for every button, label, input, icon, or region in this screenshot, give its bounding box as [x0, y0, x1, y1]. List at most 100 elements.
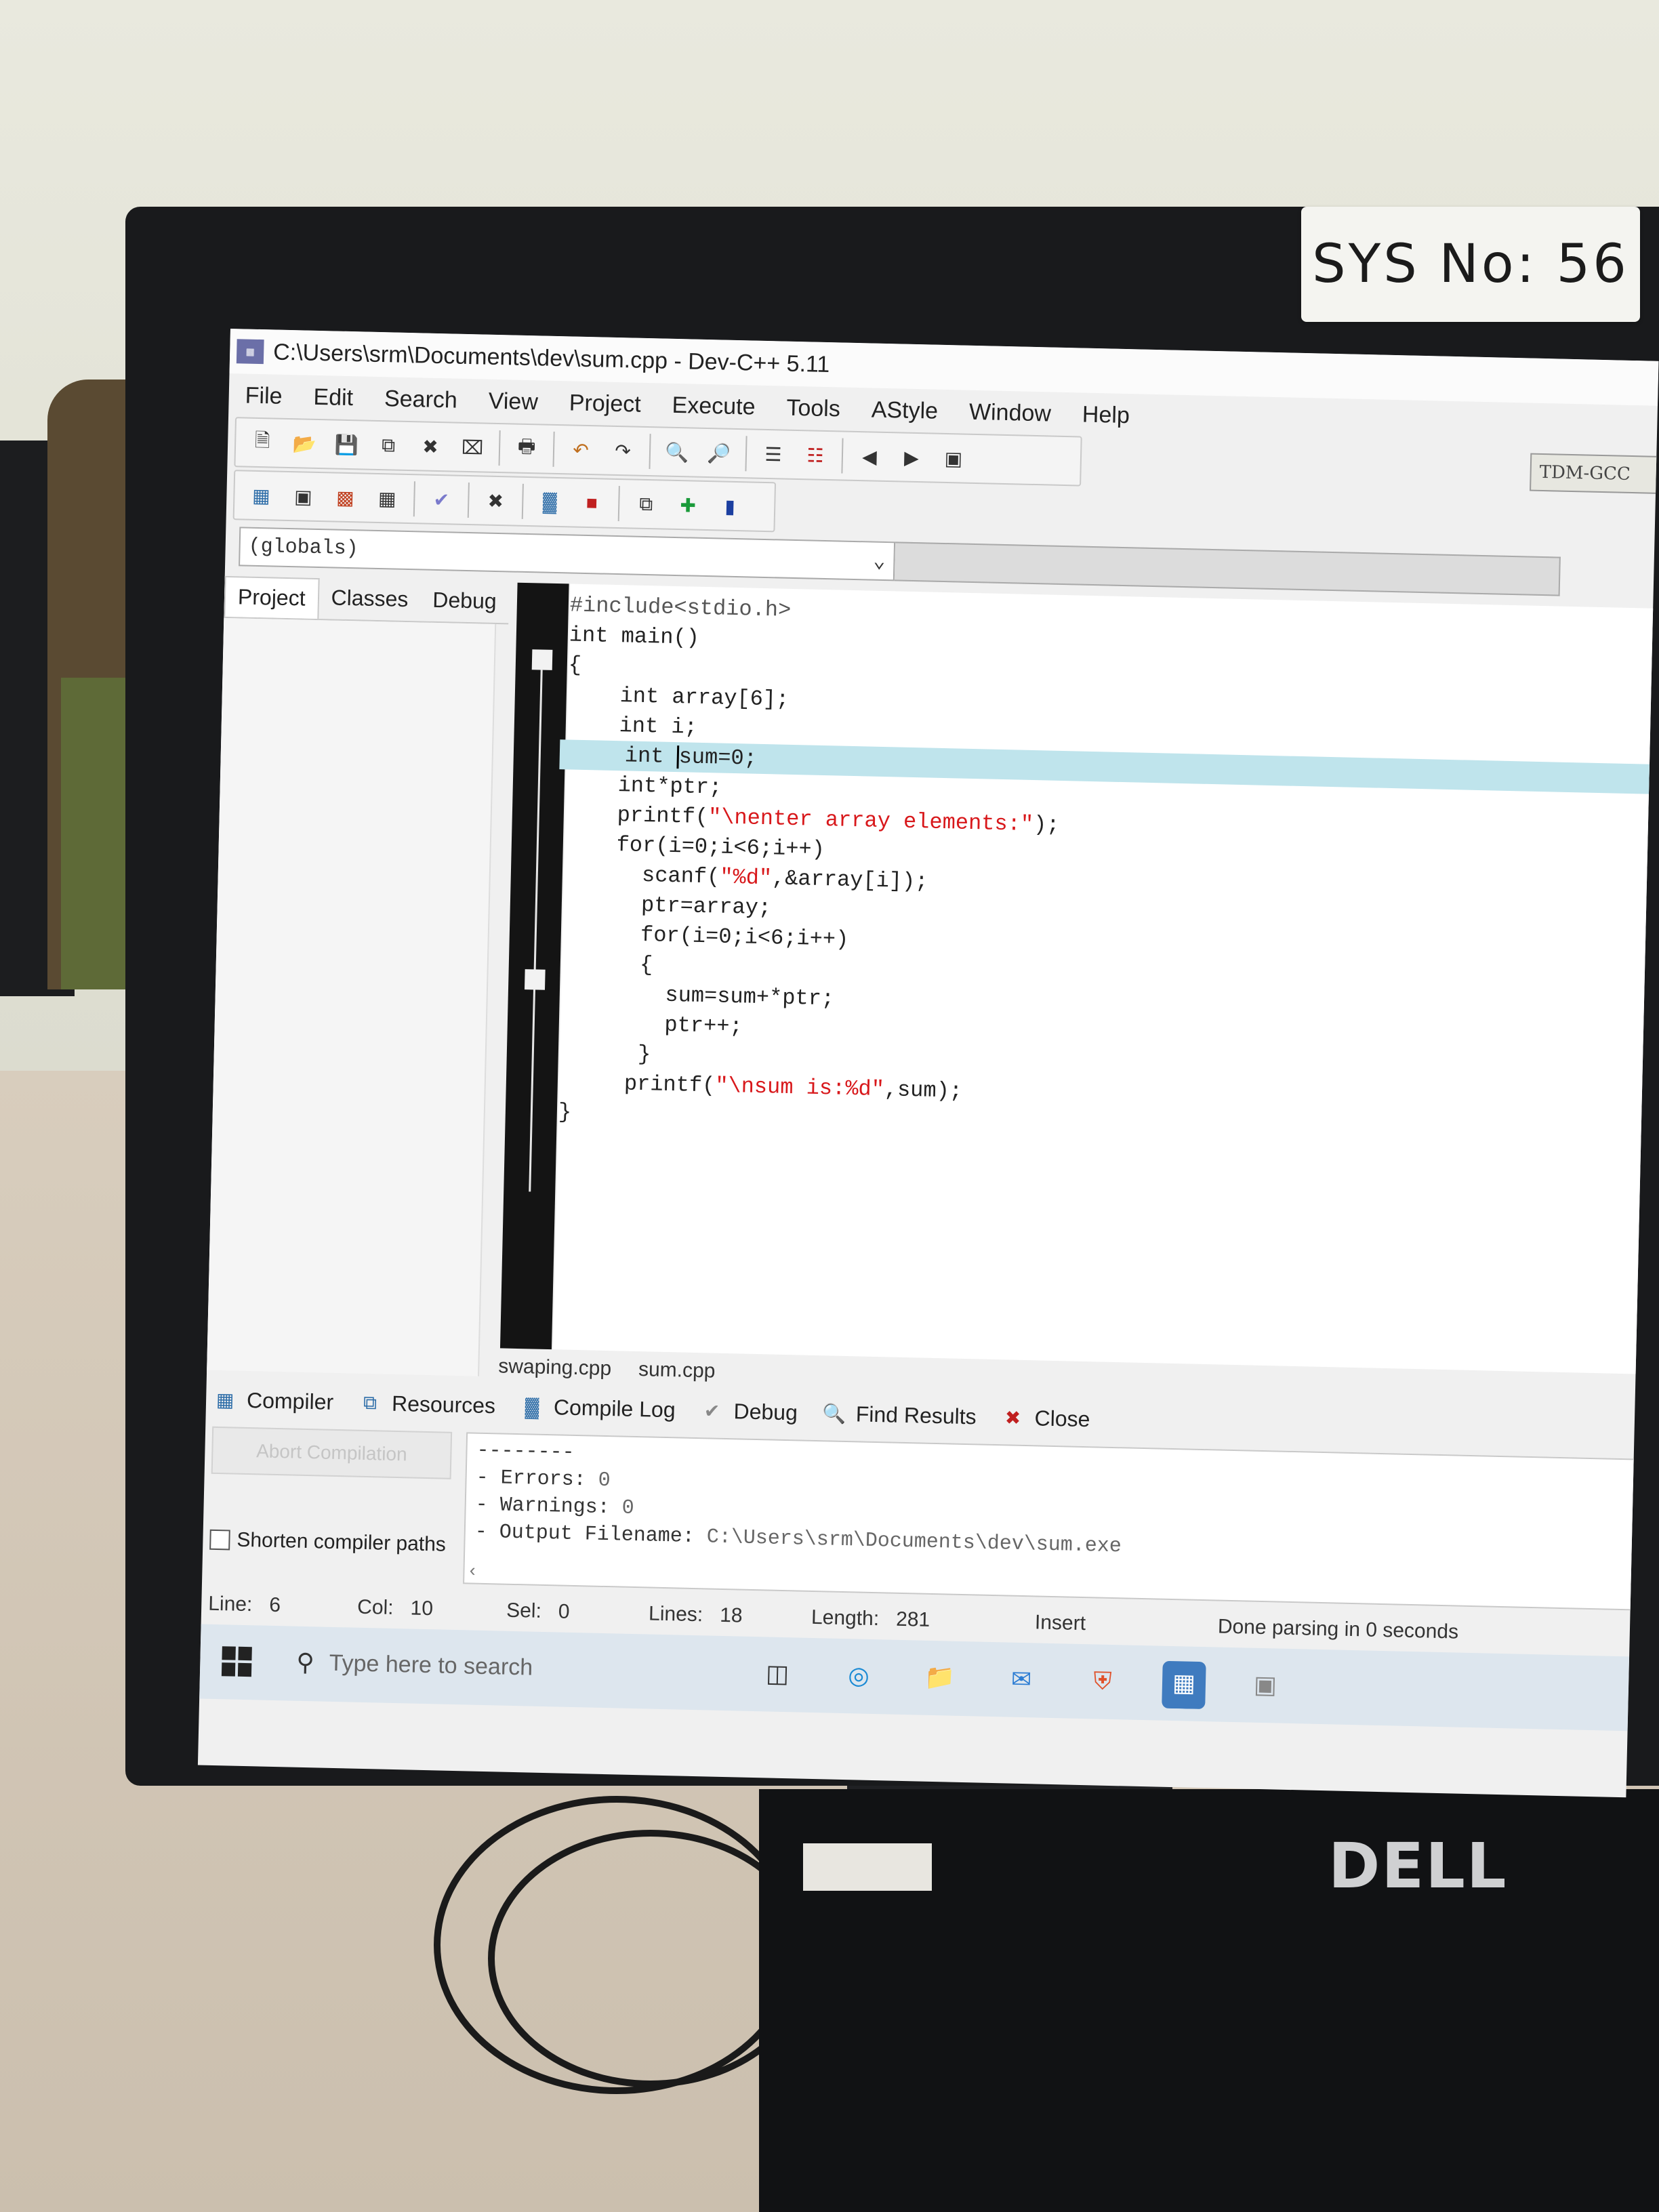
- tab-debug-label: Debug: [733, 1399, 798, 1425]
- taskbar-search[interactable]: ⚲ Type here to search: [281, 1638, 716, 1696]
- tab-compiler[interactable]: ▦ Compiler: [213, 1387, 334, 1415]
- project-options-icon[interactable]: ⧉: [631, 489, 661, 519]
- undo-icon[interactable]: ↶: [566, 434, 596, 465]
- status-col-label: Col:: [356, 1595, 394, 1619]
- compiler-select[interactable]: TDM-GCC: [1530, 453, 1659, 495]
- status-sel-value: 0: [558, 1600, 570, 1623]
- save-all-icon[interactable]: ⧉: [373, 430, 404, 461]
- new-file-icon[interactable]: 🗎: [247, 428, 278, 458]
- cable-label-tag: [803, 1843, 932, 1891]
- menu-window[interactable]: Window: [969, 398, 1052, 427]
- scope-dropdown[interactable]: (globals) ⌄: [239, 527, 896, 581]
- menu-astyle[interactable]: AStyle: [871, 396, 938, 424]
- string-literal: "\nenter array elements:": [708, 804, 1034, 838]
- tab-debug[interactable]: Debug: [420, 580, 510, 623]
- tab-compile-log[interactable]: ▓ Compile Log: [520, 1394, 676, 1422]
- brave-browser-icon[interactable]: ⛨: [1080, 1659, 1124, 1703]
- file-tab-sum[interactable]: sum.cpp: [638, 1358, 716, 1391]
- close-icon: ✖: [1004, 1407, 1021, 1429]
- screen: ▦ C:\Users\srm\Documents\dev\sum.cpp - D…: [197, 329, 1659, 1798]
- grid-icon: ▦: [216, 1389, 234, 1411]
- devcpp-taskbar-icon[interactable]: ▦: [1162, 1660, 1206, 1710]
- current-code-line: int sum=0;: [559, 739, 1658, 794]
- close-output-button[interactable]: ✖ Close: [1000, 1405, 1090, 1432]
- toolbar-separator: [552, 431, 555, 467]
- add-to-project-icon[interactable]: ✚: [673, 490, 703, 520]
- close-file-icon[interactable]: ✖: [415, 431, 446, 462]
- code-editor[interactable]: #include<stdio.h> int main() { int array…: [552, 583, 1658, 1374]
- toggle-bookmark-icon[interactable]: ▶: [896, 442, 926, 472]
- goto-bookmark-icon[interactable]: ◀: [854, 441, 884, 472]
- rebuild-all-icon[interactable]: ▦: [372, 483, 403, 514]
- file-explorer-icon[interactable]: 📁: [918, 1656, 962, 1700]
- windows-start-icon[interactable]: [221, 1646, 252, 1677]
- menu-edit[interactable]: Edit: [313, 384, 353, 411]
- menu-project[interactable]: Project: [569, 390, 641, 417]
- log-output-label: - Output Filename:: [474, 1520, 708, 1549]
- code-text: scanf(: [563, 861, 720, 890]
- tab-debug-output[interactable]: ✔ Debug: [699, 1398, 798, 1425]
- code-line: }: [559, 1040, 651, 1067]
- unindent-icon[interactable]: ☷: [800, 440, 830, 470]
- print-icon[interactable]: 🖶: [512, 433, 542, 464]
- log-errors-value: 0: [598, 1469, 611, 1493]
- toolbar-separator: [617, 486, 620, 522]
- menu-view[interactable]: View: [488, 388, 538, 415]
- close-all-icon[interactable]: ⌧: [457, 432, 488, 463]
- replace-icon[interactable]: 🔎: [704, 438, 735, 468]
- code-line: int main(): [569, 622, 700, 651]
- log-errors-label: - Errors:: [476, 1466, 598, 1492]
- mail-icon[interactable]: ✉: [999, 1657, 1043, 1701]
- tab-find-results-label: Find Results: [855, 1401, 977, 1429]
- menu-execute[interactable]: Execute: [672, 392, 756, 420]
- find-icon[interactable]: 🔍: [662, 437, 693, 468]
- profile-chart-icon[interactable]: ▓: [535, 487, 565, 517]
- tab-resources[interactable]: ⧉ Resources: [358, 1391, 496, 1419]
- close-label: Close: [1034, 1406, 1090, 1432]
- compile-icon[interactable]: ▦: [246, 480, 276, 511]
- code-line: int array[6];: [567, 682, 790, 712]
- edge-browser-icon[interactable]: ◎: [836, 1654, 880, 1698]
- abort-compilation-button[interactable]: Abort Compilation: [211, 1426, 453, 1479]
- syntax-check-icon[interactable]: ✔: [426, 485, 457, 515]
- task-view-icon[interactable]: ◫: [755, 1652, 799, 1696]
- stop-execution-icon[interactable]: ✖: [480, 485, 511, 516]
- redo-icon[interactable]: ↷: [608, 436, 638, 466]
- status-mode: Insert: [1034, 1611, 1086, 1635]
- open-file-icon[interactable]: 📂: [289, 428, 320, 459]
- menu-file[interactable]: File: [245, 382, 283, 409]
- shorten-paths-checkbox[interactable]: [209, 1529, 230, 1551]
- chevron-down-icon: ⌄: [872, 550, 886, 574]
- indent-icon[interactable]: ☰: [758, 439, 789, 470]
- menu-search[interactable]: Search: [384, 386, 458, 413]
- code-line: printf("\nsum is:%d",sum);: [558, 1067, 962, 1106]
- toolbar-separator: [467, 483, 470, 518]
- scroll-left-icon[interactable]: ‹: [467, 1561, 478, 1581]
- compile-toolbar: ▦ ▣ ▩ ▦ ✔ ✖ ▓ ■ ⧉ ✚ ▮: [232, 470, 777, 533]
- menu-tools[interactable]: Tools: [786, 394, 840, 422]
- code-line: ptr++;: [560, 1010, 743, 1040]
- code-line: int i;: [567, 712, 698, 740]
- fold-marker-icon[interactable]: [531, 649, 553, 670]
- save-icon[interactable]: 💾: [331, 429, 362, 459]
- function-dropdown[interactable]: [894, 541, 1561, 596]
- compile-run-icon[interactable]: ▩: [330, 482, 361, 512]
- menu-help[interactable]: Help: [1082, 401, 1130, 429]
- bar-chart-icon: ▓: [525, 1395, 539, 1418]
- run-icon[interactable]: ▣: [288, 481, 319, 512]
- delete-profile-icon[interactable]: ■: [577, 488, 607, 518]
- tab-project[interactable]: Project: [224, 575, 320, 619]
- file-tab-swaping[interactable]: swaping.cpp: [498, 1355, 611, 1389]
- shorten-paths-option[interactable]: Shorten compiler paths: [209, 1528, 446, 1557]
- toolbar-separator: [841, 438, 844, 474]
- remove-from-project-icon[interactable]: ▮: [715, 491, 745, 521]
- status-length-value: 281: [895, 1607, 930, 1631]
- fold-marker-icon[interactable]: [524, 969, 546, 990]
- tab-classes[interactable]: Classes: [319, 578, 421, 621]
- code-text: printf(: [565, 801, 709, 830]
- tab-find-results[interactable]: 🔍 Find Results: [821, 1401, 977, 1429]
- console-taskbar-icon[interactable]: ▣: [1243, 1662, 1287, 1706]
- code-line: ptr=array;: [562, 890, 772, 921]
- status-line-label: Line:: [207, 1592, 253, 1616]
- goto-line-icon[interactable]: ▣: [938, 443, 968, 474]
